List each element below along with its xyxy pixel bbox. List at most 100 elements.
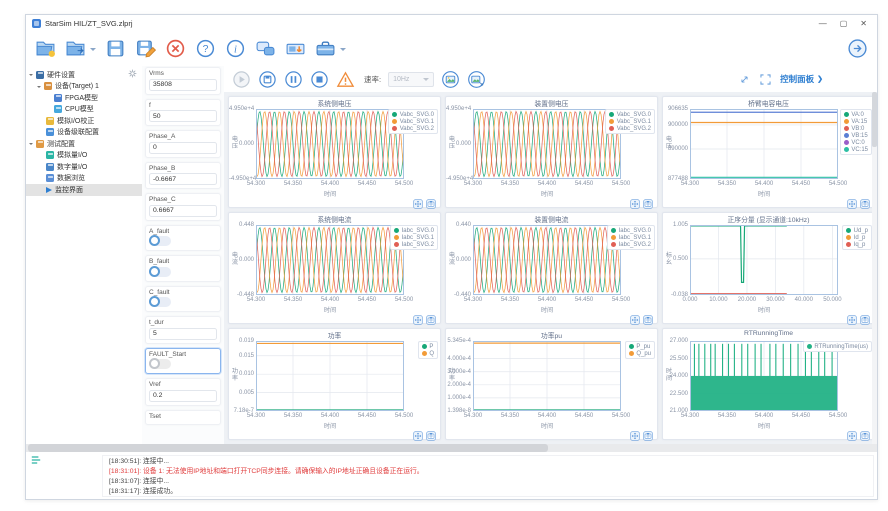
save-image-icon[interactable] xyxy=(426,428,436,438)
toolbox-icon[interactable] xyxy=(315,38,336,59)
run-button-icon[interactable] xyxy=(232,70,251,89)
plot-area[interactable] xyxy=(690,109,838,179)
dropdown-caret-icon[interactable] xyxy=(90,48,96,54)
plot-area[interactable] xyxy=(256,109,404,179)
minimize-button[interactable]: — xyxy=(819,19,827,28)
dropdown-caret-icon[interactable] xyxy=(340,48,346,54)
save-image-icon[interactable] xyxy=(860,196,870,206)
x-axis-tick: 54.350 xyxy=(278,297,308,303)
info-icon[interactable]: i xyxy=(225,38,246,59)
plot-area[interactable] xyxy=(256,341,404,411)
chart-title: 功率 xyxy=(229,330,440,340)
vertical-scrollbar[interactable] xyxy=(872,92,877,444)
download-to-device-icon[interactable] xyxy=(285,38,306,59)
plot-area[interactable] xyxy=(473,109,621,179)
tree-item-1[interactable]: 硬件设置 xyxy=(26,69,142,81)
y-axis-tick: 900000 xyxy=(663,122,688,128)
legend-dot-icon xyxy=(807,344,812,349)
save-icon[interactable] xyxy=(105,38,126,59)
horizontal-scrollbar[interactable] xyxy=(26,444,877,452)
open-project-icon[interactable] xyxy=(35,38,56,59)
alarm-button-icon[interactable] xyxy=(336,70,355,89)
save-image-icon[interactable] xyxy=(643,428,653,438)
Phase_A-input[interactable]: 0 xyxy=(149,142,217,154)
fit-view-icon[interactable] xyxy=(413,196,423,206)
legend-label: Vabc_SVG.0 xyxy=(617,112,651,118)
save-image-icon[interactable] xyxy=(643,196,653,206)
fit-view-icon[interactable] xyxy=(847,312,857,322)
expander-caret-icon[interactable] xyxy=(29,74,33,78)
tree-item-6[interactable]: 设备级联配置 xyxy=(26,127,142,139)
record-button-icon[interactable] xyxy=(258,70,277,89)
save-as-icon[interactable] xyxy=(135,38,156,59)
log-line-4: [18:31:17]: 连接成功。 xyxy=(109,487,867,497)
tree-item-5[interactable]: 模拟I/O校正 xyxy=(26,115,142,127)
fit-view-icon[interactable] xyxy=(413,428,423,438)
maximize-button[interactable]: ▢ xyxy=(840,19,848,28)
fit-view-icon[interactable] xyxy=(630,196,640,206)
chart-legend: P_puQ_pu xyxy=(625,341,655,359)
save-image-icon[interactable] xyxy=(426,312,436,322)
fit-view-icon[interactable] xyxy=(630,428,640,438)
tree-item-10[interactable]: 数据浏览 xyxy=(26,173,142,185)
plot-area[interactable] xyxy=(256,225,404,295)
stop-button-icon[interactable] xyxy=(310,70,329,89)
fit-view-icon[interactable] xyxy=(630,312,640,322)
plot-area[interactable] xyxy=(690,225,838,295)
pan-arrows-icon[interactable] xyxy=(738,73,751,86)
close-button[interactable]: ✕ xyxy=(860,19,867,28)
fit-view-icon[interactable] xyxy=(847,196,857,206)
save-image-icon[interactable] xyxy=(860,312,870,322)
close-project-icon[interactable] xyxy=(165,38,186,59)
open-file-icon[interactable] xyxy=(65,38,86,59)
fit-view-icon[interactable] xyxy=(847,428,857,438)
rate-select[interactable]: 10Hz xyxy=(388,72,434,87)
fit-view-icon[interactable] xyxy=(413,312,423,322)
pause-button-icon[interactable] xyxy=(284,70,303,89)
fullscreen-icon[interactable] xyxy=(759,73,772,86)
t_dur-input[interactable]: 5 xyxy=(149,328,217,340)
legend-dot-icon xyxy=(392,126,397,131)
feedback-icon[interactable] xyxy=(255,38,276,59)
f-input[interactable]: 50 xyxy=(149,110,217,122)
y-axis-tick: 1.000e-4 xyxy=(446,395,471,401)
expander-caret-icon[interactable] xyxy=(37,86,41,90)
tree-item-4[interactable]: CPU模型 xyxy=(26,104,142,116)
y-axis-tick: 4.950e+4 xyxy=(446,106,471,112)
quick-nav-icon[interactable] xyxy=(847,38,868,59)
x-axis-tick: 54.350 xyxy=(712,413,742,419)
tree-item-7[interactable]: 测试配置 xyxy=(26,138,142,150)
scrollbar-thumb[interactable] xyxy=(872,92,877,147)
help-icon[interactable]: ? xyxy=(195,38,216,59)
B_fault-toggle[interactable] xyxy=(149,267,171,277)
save-image-icon[interactable] xyxy=(860,428,870,438)
control-panel-link[interactable]: 控制面板❯ xyxy=(780,73,823,85)
Phase_B-input[interactable]: -0.6667 xyxy=(149,173,217,185)
Vrms-input[interactable]: 35808 xyxy=(149,79,217,91)
y-axis-tick: 27.000 xyxy=(663,338,688,344)
scrollbar-thumb[interactable] xyxy=(28,444,548,452)
tree-item-8[interactable]: 模拟量I/O xyxy=(26,150,142,162)
plot-area[interactable] xyxy=(473,225,621,295)
chart-corner-icons xyxy=(413,428,436,438)
chart-6: 正序分量 (显示通道:10kHz)标 幺1.0050.500-0.0380.00… xyxy=(662,212,875,324)
Phase_C-input[interactable]: 0.6667 xyxy=(149,205,217,217)
save-image-icon[interactable] xyxy=(643,312,653,322)
tree-item-9[interactable]: 数字量I/O xyxy=(26,161,142,173)
log-toggle-icon[interactable] xyxy=(30,454,42,466)
save-image-icon[interactable] xyxy=(426,196,436,206)
tree-item-2[interactable]: 设备(Target) 1 xyxy=(26,81,142,93)
export-image-icon[interactable] xyxy=(467,70,486,89)
A_fault-toggle[interactable] xyxy=(149,236,171,246)
snapshot-icon[interactable] xyxy=(441,70,460,89)
tree-settings-gear-icon[interactable] xyxy=(127,68,138,79)
FAULT_Start-toggle[interactable] xyxy=(149,359,171,369)
plot-area[interactable] xyxy=(473,341,621,411)
tree-node-icon xyxy=(46,151,54,159)
x-axis-tick: 54.350 xyxy=(495,181,525,187)
tree-item-11[interactable]: 监控界面 xyxy=(26,184,142,196)
tree-item-3[interactable]: FPGA模型 xyxy=(26,92,142,104)
expander-caret-icon[interactable] xyxy=(29,143,33,147)
Vref-input[interactable]: 0.2 xyxy=(149,390,217,402)
C_fault-toggle[interactable] xyxy=(149,297,171,307)
